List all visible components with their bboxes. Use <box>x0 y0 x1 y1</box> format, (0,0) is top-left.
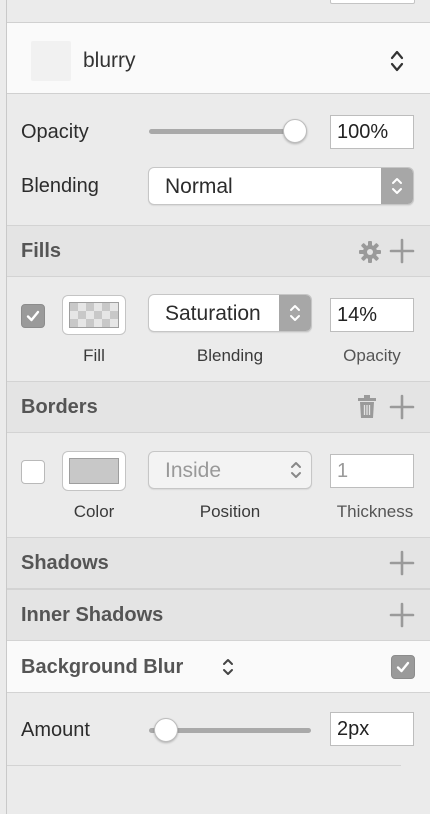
style-preview-swatch <box>31 41 71 81</box>
chevron-updown-icon[interactable] <box>289 459 303 481</box>
bottom-divider <box>7 765 401 766</box>
blending-label: Blending <box>21 175 99 197</box>
fills-title: Fills <box>21 240 62 262</box>
chevron-updown-icon[interactable] <box>389 49 405 73</box>
blending-select[interactable]: Normal <box>148 167 414 205</box>
border-swatch-preview <box>69 458 119 484</box>
opacity-slider-track[interactable] <box>149 129 301 134</box>
border-position-value: Inside <box>165 459 222 482</box>
blur-amount-slider-knob[interactable] <box>154 718 178 742</box>
add-fill-button[interactable] <box>389 238 415 269</box>
borders-section-header: Borders <box>7 381 430 433</box>
style-name: blurry <box>83 49 136 72</box>
borders-title: Borders <box>21 396 98 418</box>
shadows-title: Shadows <box>21 552 109 574</box>
plus-icon <box>389 238 415 264</box>
background-blur-title: Background Blur <box>21 656 184 678</box>
chevron-updown-icon[interactable] <box>279 295 311 331</box>
fill-enabled-checkbox[interactable] <box>21 304 45 328</box>
opacity-slider-knob[interactable] <box>283 119 307 143</box>
fill-color-swatch[interactable] <box>62 295 126 335</box>
inner-shadows-section-header: Inner Shadows <box>7 589 430 641</box>
fill-blending-value: Saturation <box>165 302 261 325</box>
add-shadow-button[interactable] <box>389 550 415 581</box>
checkmark-icon <box>26 310 40 322</box>
border-enabled-checkbox[interactable] <box>21 460 45 484</box>
border-position-label: Position <box>199 502 261 521</box>
plus-icon <box>389 602 415 628</box>
chevron-updown-icon[interactable] <box>381 168 413 204</box>
add-inner-shadow-button[interactable] <box>389 602 415 633</box>
checkmark-icon <box>396 661 410 673</box>
fill-label: Fill <box>83 346 105 365</box>
fill-opacity-label: Opacity <box>343 346 401 365</box>
border-thickness-label: Thickness <box>336 502 414 521</box>
inspector-panel: blurry Opacity 100% Blending Normal Fill… <box>6 0 430 814</box>
opacity-field[interactable]: 100% <box>330 115 414 149</box>
fill-opacity-field[interactable]: 14% <box>330 298 414 332</box>
inner-shadows-title: Inner Shadows <box>21 604 164 626</box>
background-blur-header: Background Blur <box>7 640 430 693</box>
border-position-select[interactable]: Inside <box>148 451 312 489</box>
background-blur-checkbox[interactable] <box>391 655 415 679</box>
shared-style-selector[interactable]: blurry <box>7 22 430 94</box>
shadows-section-header: Shadows <box>7 537 430 589</box>
border-thickness-field[interactable]: 1 <box>330 454 414 488</box>
fills-section-header: Fills <box>7 225 430 277</box>
fill-swatch-preview <box>69 302 119 328</box>
top-partial-field[interactable] <box>330 0 415 4</box>
plus-icon <box>389 550 415 576</box>
border-color-swatch[interactable] <box>62 451 126 491</box>
blending-value: Normal <box>165 175 233 198</box>
blur-amount-label: Amount <box>21 719 90 741</box>
fill-blending-label: Blending <box>196 346 264 365</box>
plus-icon <box>389 394 415 420</box>
chevron-updown-icon[interactable] <box>221 656 235 678</box>
blur-amount-field[interactable]: 2px <box>330 712 414 746</box>
fill-blending-select[interactable]: Saturation <box>148 294 312 332</box>
gear-icon[interactable] <box>357 239 383 270</box>
trash-icon[interactable] <box>357 395 377 424</box>
border-color-label: Color <box>73 502 115 521</box>
opacity-label: Opacity <box>21 121 89 143</box>
add-border-button[interactable] <box>389 394 415 425</box>
